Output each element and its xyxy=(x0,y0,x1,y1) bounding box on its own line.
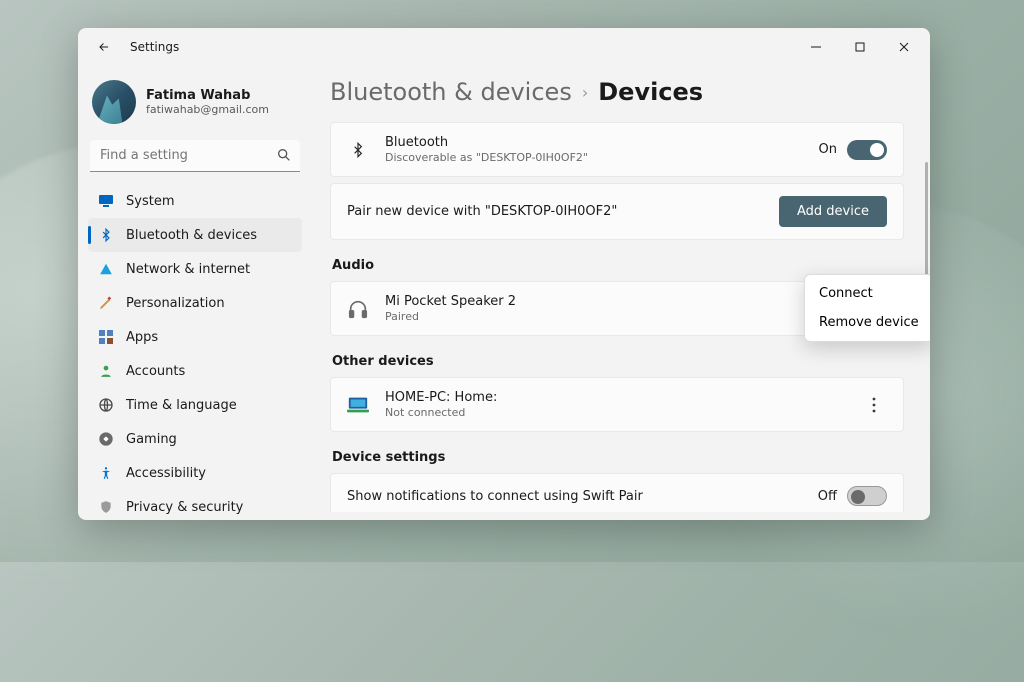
computer-icon xyxy=(347,394,369,416)
other-device-card: HOME-PC: Home: Not connected xyxy=(330,377,904,432)
section-other: Other devices xyxy=(332,354,904,369)
sidebar-item-label: Bluetooth & devices xyxy=(126,228,257,243)
accessibility-icon xyxy=(98,465,114,481)
search-box xyxy=(90,140,300,172)
sidebar-item-privacy[interactable]: Privacy & security xyxy=(88,490,302,520)
sidebar-item-accessibility[interactable]: Accessibility xyxy=(88,456,302,490)
network-icon xyxy=(98,261,114,277)
sidebar-item-accounts[interactable]: Accounts xyxy=(88,354,302,388)
window-body: Fatima Wahab fatiwahab@gmail.com System … xyxy=(78,66,930,520)
search-icon xyxy=(276,147,292,163)
sidebar-item-label: Apps xyxy=(126,330,158,345)
sidebar-item-label: Gaming xyxy=(126,432,177,447)
swift-pair-toggle[interactable] xyxy=(847,486,887,506)
system-icon xyxy=(98,193,114,209)
time-language-icon xyxy=(98,397,114,413)
section-audio: Audio xyxy=(332,258,904,273)
minimize-icon xyxy=(811,42,821,52)
profile-email: fatiwahab@gmail.com xyxy=(146,103,269,116)
accounts-icon xyxy=(98,363,114,379)
pair-card: Pair new device with "DESKTOP-0IH0OF2" A… xyxy=(330,183,904,240)
window-title: Settings xyxy=(130,40,179,54)
sidebar: Fatima Wahab fatiwahab@gmail.com System … xyxy=(78,66,312,520)
swift-pair-state-label: Off xyxy=(818,489,837,504)
other-device-name: HOME-PC: Home: xyxy=(385,390,497,405)
sidebar-item-label: Time & language xyxy=(126,398,237,413)
bluetooth-state-label: On xyxy=(819,142,837,157)
swift-pair-card: Show notifications to connect using Swif… xyxy=(330,473,904,512)
bluetooth-card: Bluetooth Discoverable as "DESKTOP-0IH0O… xyxy=(330,122,904,177)
sidebar-item-time-language[interactable]: Time & language xyxy=(88,388,302,422)
arrow-left-icon xyxy=(97,40,111,54)
bluetooth-toggle[interactable] xyxy=(847,140,887,160)
bluetooth-subtitle: Discoverable as "DESKTOP-0IH0OF2" xyxy=(385,151,588,164)
bluetooth-icon xyxy=(98,227,114,243)
profile-name: Fatima Wahab xyxy=(146,88,269,103)
more-vertical-icon xyxy=(872,397,876,413)
page-title: Devices xyxy=(598,78,703,106)
audio-device-status: Paired xyxy=(385,310,516,323)
menu-remove-device[interactable]: Remove device xyxy=(805,308,930,337)
maximize-icon xyxy=(855,42,865,52)
sidebar-item-label: Personalization xyxy=(126,296,225,311)
sidebar-item-network[interactable]: Network & internet xyxy=(88,252,302,286)
sidebar-item-label: Accessibility xyxy=(126,466,206,481)
nav: System Bluetooth & devices Network & int… xyxy=(88,184,302,520)
bluetooth-title: Bluetooth xyxy=(385,135,588,150)
sidebar-item-label: Privacy & security xyxy=(126,500,243,515)
settings-window: Settings Fatima Wahab fatiwahab@gmail.co… xyxy=(78,28,930,520)
sidebar-item-label: Accounts xyxy=(126,364,185,379)
add-device-button[interactable]: Add device xyxy=(779,196,887,227)
back-button[interactable] xyxy=(90,33,118,61)
minimize-button[interactable] xyxy=(794,32,838,62)
sidebar-item-label: System xyxy=(126,194,174,209)
search-input[interactable] xyxy=(90,140,300,172)
personalization-icon xyxy=(98,295,114,311)
close-button[interactable] xyxy=(882,32,926,62)
gaming-icon xyxy=(98,431,114,447)
close-icon xyxy=(899,42,909,52)
sidebar-item-personalization[interactable]: Personalization xyxy=(88,286,302,320)
sidebar-item-system[interactable]: System xyxy=(88,184,302,218)
pair-text: Pair new device with "DESKTOP-0IH0OF2" xyxy=(347,204,617,219)
audio-device-name: Mi Pocket Speaker 2 xyxy=(385,294,516,309)
avatar xyxy=(92,80,136,124)
menu-connect[interactable]: Connect xyxy=(805,279,930,308)
headphones-icon xyxy=(347,298,369,320)
chevron-right-icon: › xyxy=(582,83,588,102)
breadcrumb: Bluetooth & devices › Devices xyxy=(330,78,910,106)
sidebar-item-apps[interactable]: Apps xyxy=(88,320,302,354)
window-controls xyxy=(794,32,926,62)
titlebar: Settings xyxy=(78,28,930,66)
bluetooth-icon xyxy=(347,140,369,160)
sidebar-item-gaming[interactable]: Gaming xyxy=(88,422,302,456)
breadcrumb-parent[interactable]: Bluetooth & devices xyxy=(330,78,572,106)
main-content: Bluetooth & devices › Devices Bluetooth … xyxy=(312,66,930,520)
device-context-menu: Connect Remove device xyxy=(804,274,930,342)
other-device-status: Not connected xyxy=(385,406,497,419)
sidebar-item-label: Network & internet xyxy=(126,262,250,277)
maximize-button[interactable] xyxy=(838,32,882,62)
sidebar-item-bluetooth-devices[interactable]: Bluetooth & devices xyxy=(88,218,302,252)
swift-pair-title: Show notifications to connect using Swif… xyxy=(347,489,643,504)
other-device-more-button[interactable] xyxy=(861,392,887,418)
profile[interactable]: Fatima Wahab fatiwahab@gmail.com xyxy=(88,74,302,136)
section-device-settings: Device settings xyxy=(332,450,904,465)
apps-icon xyxy=(98,329,114,345)
privacy-icon xyxy=(98,499,114,515)
